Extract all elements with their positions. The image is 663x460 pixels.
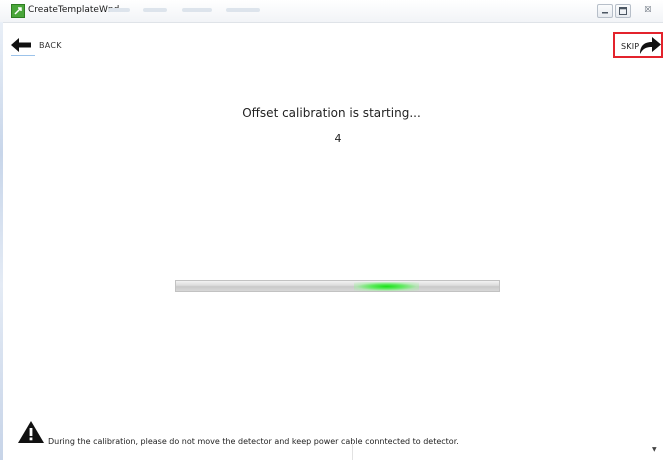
- scroll-down-icon[interactable]: ▼: [652, 446, 657, 453]
- calibration-countdown: 4: [334, 132, 342, 145]
- title-bar-decoration: [182, 8, 212, 12]
- skip-button[interactable]: SKIP: [613, 32, 663, 58]
- minimize-button[interactable]: [597, 4, 613, 18]
- title-bar[interactable]: CreateTemplateWnd ☒: [0, 0, 663, 23]
- back-label: BACK: [39, 41, 62, 50]
- maximize-icon: [619, 7, 627, 15]
- calibration-progress-bar: [175, 280, 500, 292]
- app-icon: [11, 4, 25, 18]
- warning-triangle-icon: [18, 421, 44, 443]
- skip-label: SKIP: [621, 42, 640, 51]
- arrow-curve-right-icon: [640, 37, 661, 54]
- maximize-button[interactable]: [615, 4, 631, 18]
- title-bar-decoration: [108, 8, 130, 12]
- window-title: CreateTemplateWnd: [28, 5, 120, 15]
- minimize-icon: [602, 12, 608, 14]
- window-left-edge: [0, 22, 3, 460]
- close-icon: ☒: [644, 5, 652, 14]
- arrow-left-icon: [11, 38, 31, 52]
- back-focus-underline: [11, 55, 35, 56]
- create-template-window: CreateTemplateWnd ☒ BACK SKIP Offset cal…: [0, 0, 663, 460]
- calibration-status-text: Offset calibration is starting...: [242, 106, 421, 120]
- calibration-warning-text: During the calibration, please do not mo…: [48, 437, 459, 446]
- close-button[interactable]: ☒: [640, 4, 656, 18]
- progress-indicator: [354, 282, 419, 291]
- title-bar-decoration: [226, 8, 260, 12]
- title-bar-decoration: [143, 8, 167, 12]
- status-divider: [352, 443, 353, 460]
